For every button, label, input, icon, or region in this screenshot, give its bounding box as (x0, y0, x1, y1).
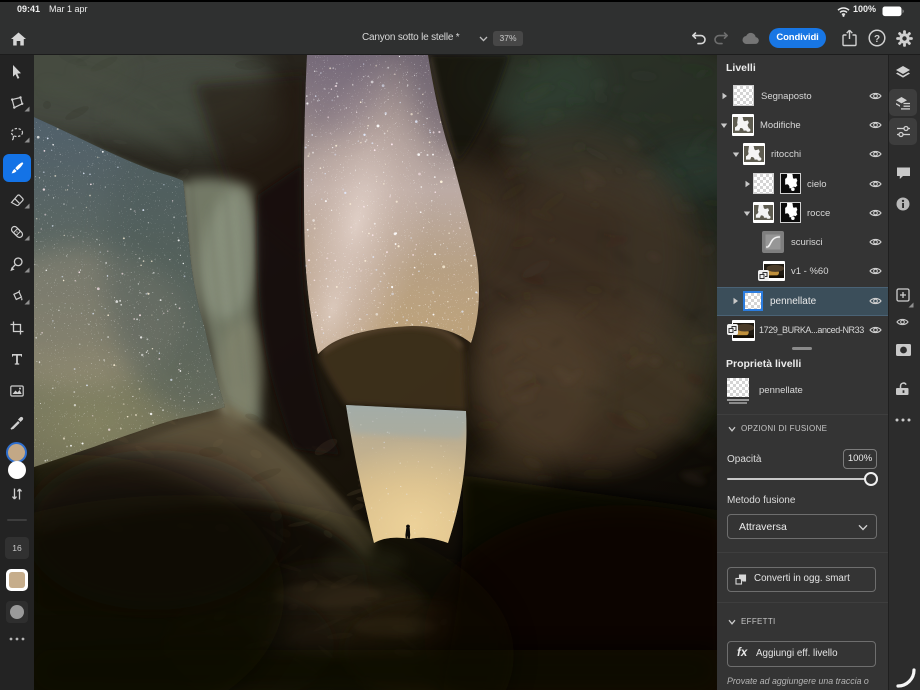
svg-text:?: ? (874, 34, 880, 45)
